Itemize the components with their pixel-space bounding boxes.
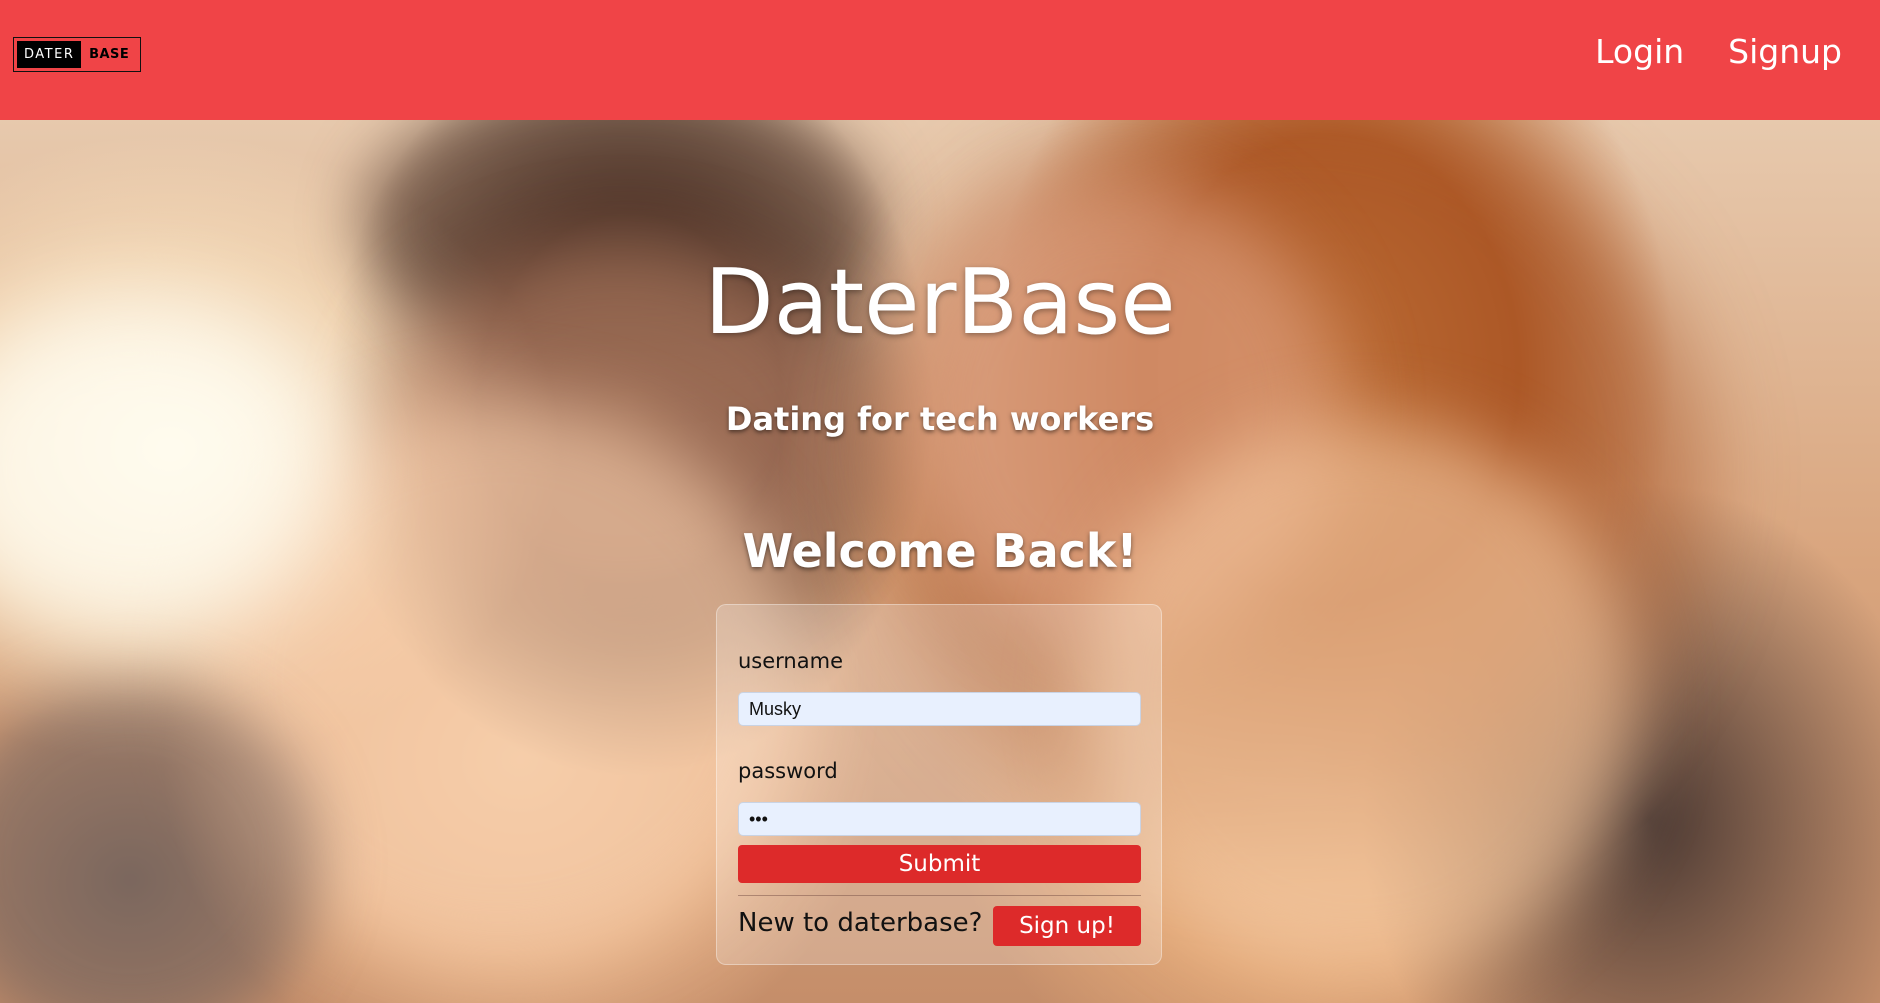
- navbar: DATER BASE Login Signup: [0, 0, 1880, 120]
- nav-signup-link[interactable]: Signup: [1728, 32, 1842, 71]
- welcome-heading: Welcome Back!: [742, 524, 1138, 578]
- password-label: password: [738, 759, 838, 783]
- page-subtitle: Dating for tech workers: [725, 400, 1155, 438]
- password-input[interactable]: [738, 802, 1141, 836]
- form-divider: [738, 895, 1141, 896]
- nav-links: Login Signup: [1595, 32, 1842, 71]
- logo-base-text: BASE: [89, 47, 130, 62]
- new-user-text: New to daterbase?: [738, 908, 983, 938]
- username-label: username: [738, 649, 843, 673]
- nav-login-link[interactable]: Login: [1595, 32, 1684, 71]
- hero-content: DaterBase Dating for tech workers Welcom…: [0, 120, 1880, 1003]
- logo-dater-text: DATER: [17, 41, 82, 68]
- signup-button[interactable]: Sign up!: [993, 906, 1141, 946]
- page-title: DaterBase: [704, 250, 1176, 355]
- hero-background-image: DaterBase Dating for tech workers Welcom…: [0, 120, 1880, 1003]
- logo[interactable]: DATER BASE: [13, 37, 141, 72]
- username-input[interactable]: [738, 692, 1141, 726]
- submit-button[interactable]: Submit: [738, 845, 1141, 883]
- login-form: username password Submit New to daterbas…: [716, 604, 1162, 965]
